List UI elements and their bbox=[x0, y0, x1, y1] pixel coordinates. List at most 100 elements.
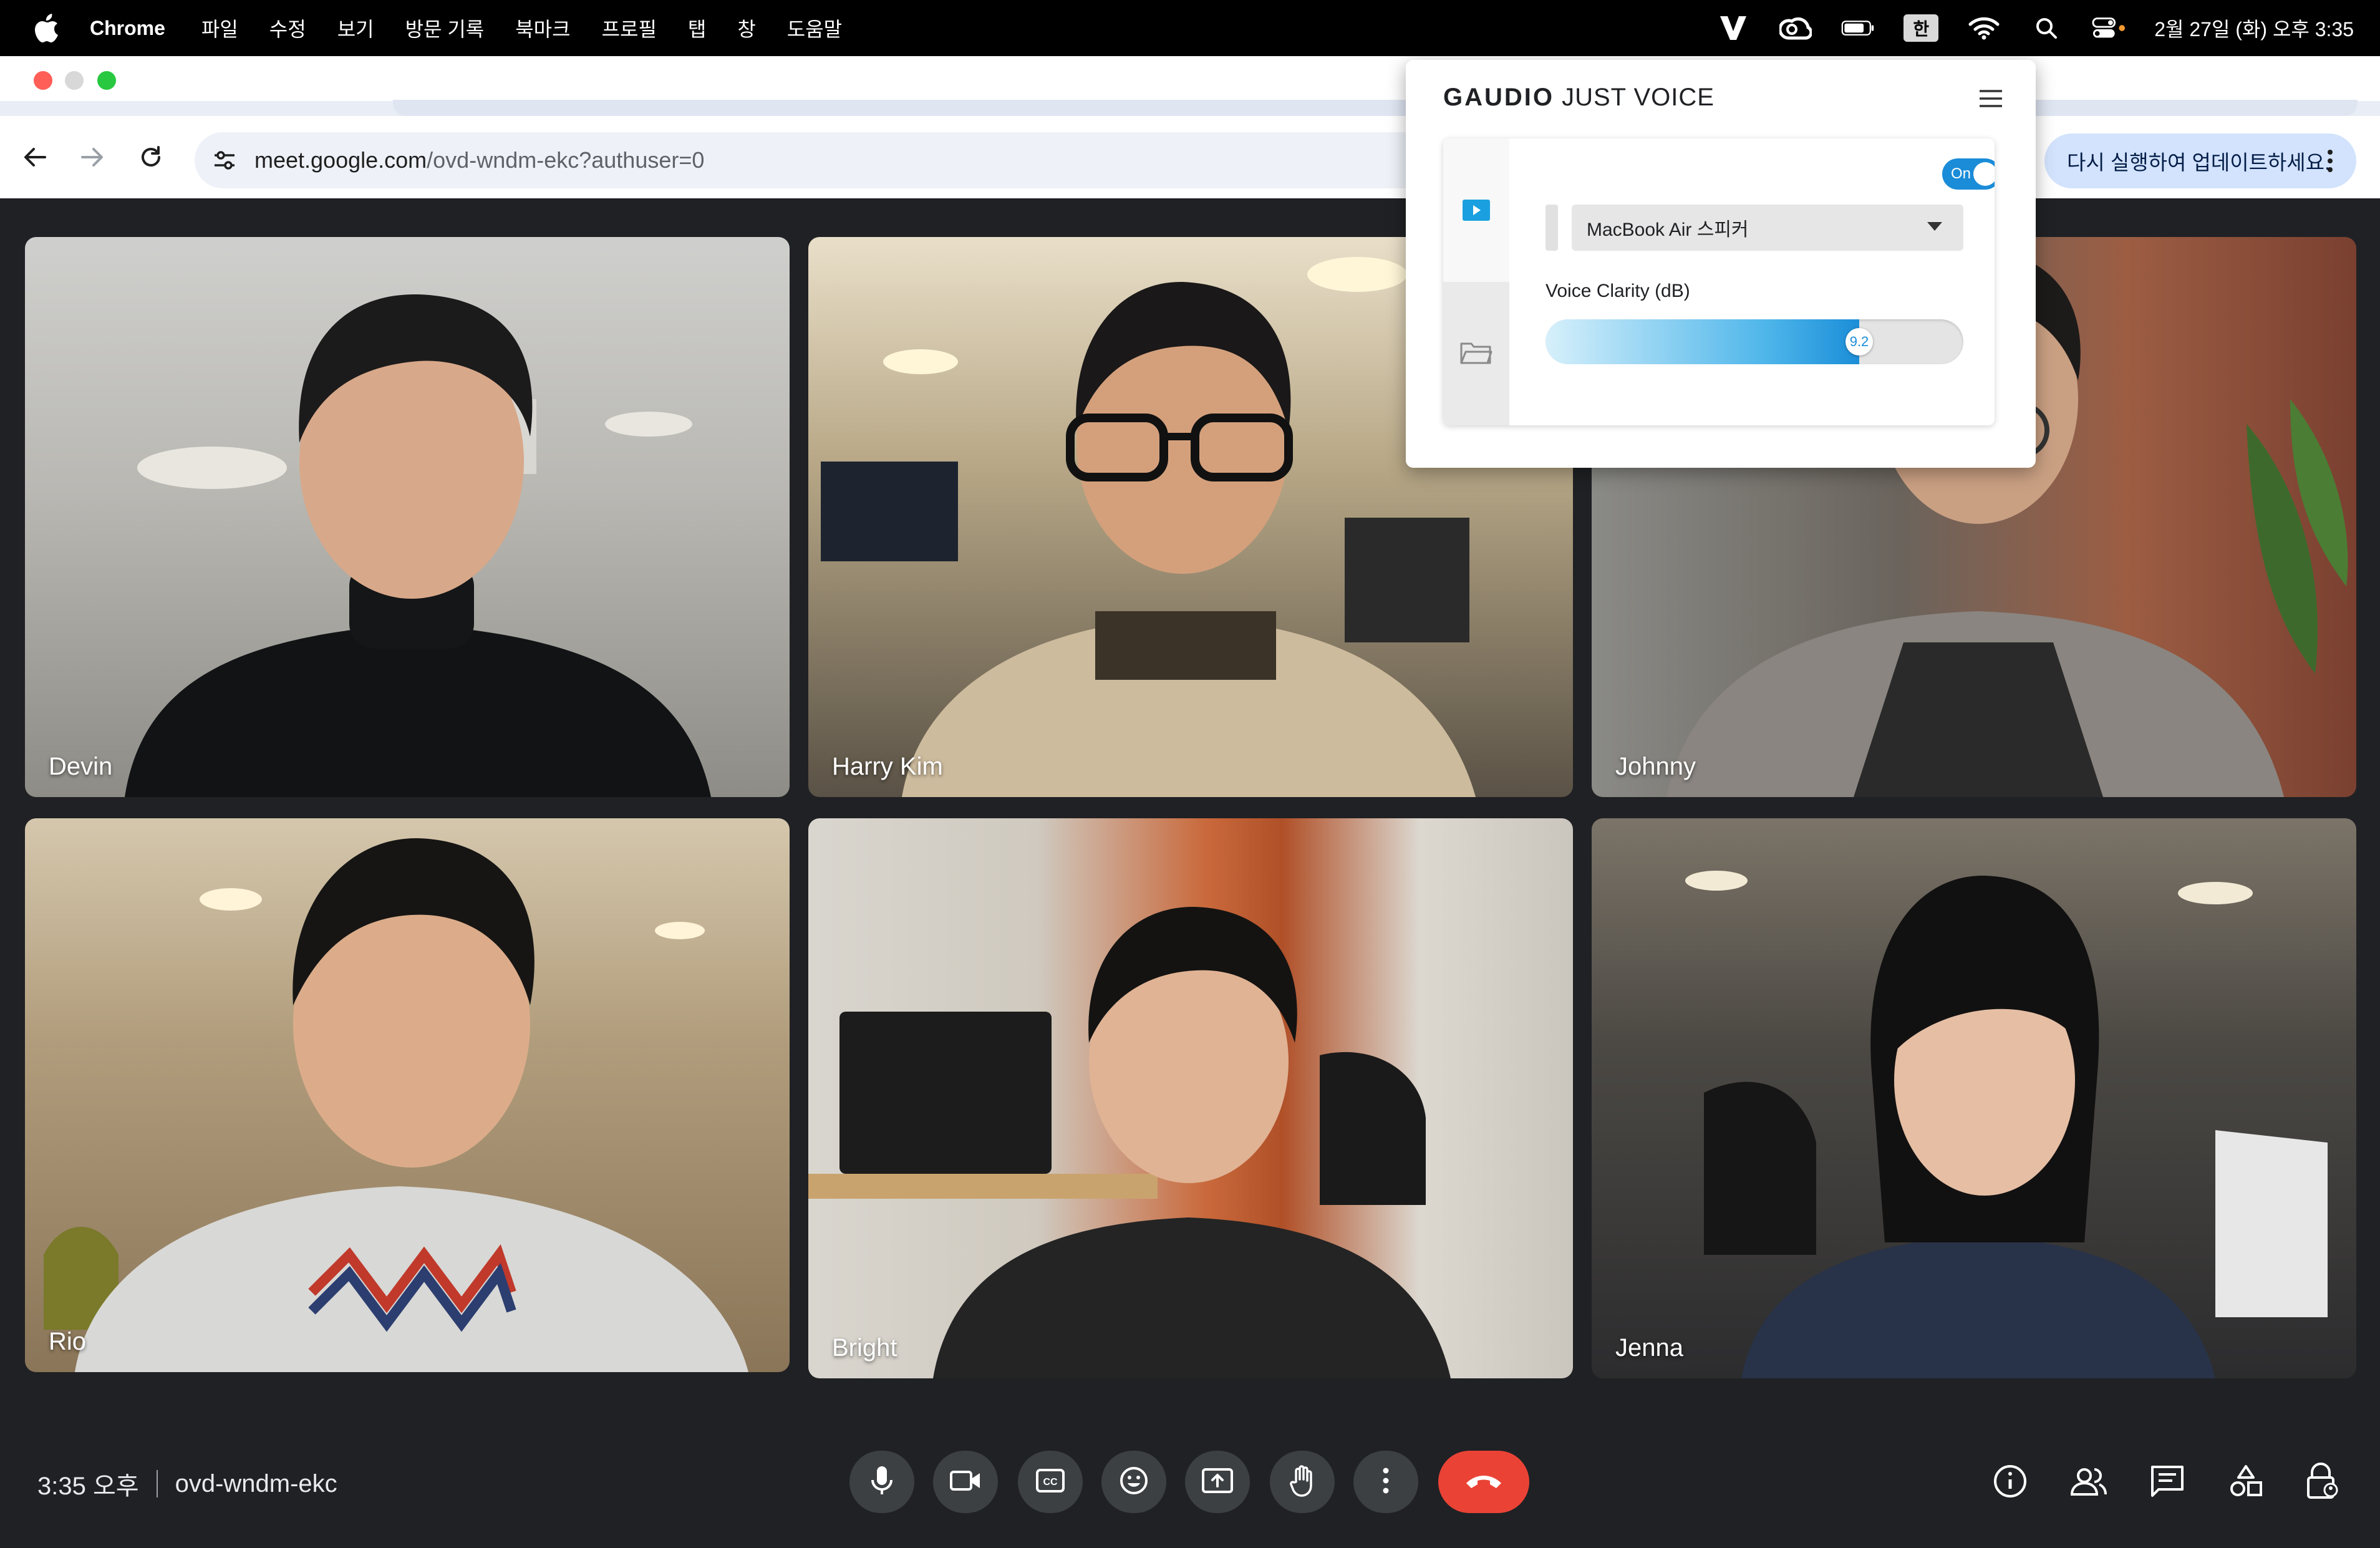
leave-call-button[interactable] bbox=[1438, 1451, 1529, 1513]
participant-video bbox=[44, 838, 748, 1372]
participant-tile[interactable]: Bright bbox=[808, 818, 1573, 1378]
forward-button[interactable] bbox=[72, 137, 112, 177]
camera-button[interactable] bbox=[933, 1451, 998, 1513]
address-bar[interactable]: meet.google.com/ovd-wndm-ekc?authuser=0 bbox=[195, 132, 1442, 188]
participant-video bbox=[1685, 871, 2328, 1378]
menu-edit[interactable]: 수정 bbox=[269, 14, 306, 42]
menubar-clock[interactable]: 2월 27일 (화) 오후 3:35 bbox=[2154, 14, 2354, 42]
menu-profile[interactable]: 프로필 bbox=[602, 14, 657, 42]
voice-clarity-label: Voice Clarity (dB) bbox=[1546, 281, 1690, 301]
back-button[interactable] bbox=[15, 137, 55, 177]
chat-button[interactable] bbox=[2147, 1462, 2188, 1503]
menu-file[interactable]: 파일 bbox=[201, 14, 238, 42]
menu-help[interactable]: 도움말 bbox=[787, 14, 842, 42]
menu-tab[interactable]: 탭 bbox=[688, 14, 706, 42]
gaudio-extension-popup: GAUDIO JUST VOICE On MacBook Air 스피커 Voi… bbox=[1406, 60, 2036, 468]
menu-bookmarks[interactable]: 북마크 bbox=[515, 14, 570, 42]
reactions-button[interactable] bbox=[1101, 1451, 1166, 1513]
participant-tile[interactable]: Jenna bbox=[1592, 818, 2356, 1378]
apple-icon[interactable] bbox=[27, 9, 65, 47]
menu-bar: Chrome 파일 수정 보기 방문 기록 북마크 프로필 탭 창 도움말 한 … bbox=[0, 0, 2380, 56]
url-text: meet.google.com/ovd-wndm-ekc?authuser=0 bbox=[254, 147, 704, 173]
chat-icon bbox=[2150, 1464, 2185, 1501]
participant-name: Devin bbox=[49, 753, 113, 780]
menu-window[interactable]: 창 bbox=[737, 14, 755, 42]
present-screen-button[interactable] bbox=[1185, 1451, 1250, 1513]
video-camera-icon bbox=[949, 1469, 982, 1495]
input-method-badge[interactable]: 한 bbox=[1904, 14, 1939, 42]
participant-name: Bright bbox=[832, 1334, 897, 1362]
participant-tile[interactable]: Rio bbox=[25, 818, 790, 1372]
control-center-icon[interactable] bbox=[2092, 11, 2126, 45]
meeting-info-button[interactable] bbox=[1990, 1462, 2031, 1503]
more-menu-icon[interactable] bbox=[2318, 145, 2343, 177]
hand-icon bbox=[1289, 1464, 1316, 1500]
host-controls-button[interactable] bbox=[2301, 1462, 2343, 1503]
participant-name: Johnny bbox=[1615, 753, 1696, 780]
creative-cloud-icon[interactable] bbox=[1779, 11, 1812, 45]
raise-hand-button[interactable] bbox=[1270, 1451, 1335, 1513]
participant-name: Jenna bbox=[1615, 1334, 1683, 1362]
meeting-time: 3:35 오후 bbox=[37, 1473, 139, 1500]
toggle-knob bbox=[1973, 162, 1995, 186]
more-options-button[interactable] bbox=[1353, 1451, 1418, 1513]
emoji-icon bbox=[1119, 1466, 1149, 1499]
settings-panel: On MacBook Air 스피커 Voice Clarity (dB) 9.… bbox=[1443, 138, 1995, 425]
slider-value: 9.2 bbox=[1849, 334, 1869, 349]
product-name: JUST VOICE bbox=[1554, 84, 1715, 111]
battery-icon[interactable] bbox=[1841, 11, 1875, 45]
participant-video bbox=[125, 294, 711, 797]
microphone-icon bbox=[871, 1465, 893, 1499]
slider-fill bbox=[1546, 319, 1859, 364]
participant-name: Harry Kim bbox=[832, 753, 943, 780]
selected-device: MacBook Air 스피커 bbox=[1587, 220, 1749, 240]
zoom-window-button[interactable] bbox=[97, 71, 116, 90]
svg-text:CC: CC bbox=[1043, 1477, 1058, 1488]
menu-view[interactable]: 보기 bbox=[337, 14, 374, 42]
lock-person-icon bbox=[2305, 1462, 2339, 1503]
active-tab-shape bbox=[393, 100, 2358, 116]
more-vertical-icon bbox=[1382, 1467, 1390, 1497]
toggle-label: On bbox=[1951, 165, 1971, 182]
menu-app-chrome[interactable]: Chrome bbox=[90, 17, 165, 40]
device-indicator bbox=[1546, 205, 1558, 251]
closed-captions-icon: CC bbox=[1035, 1468, 1065, 1496]
divider bbox=[156, 1470, 158, 1497]
meeting-code: ovd-wndm-ekc bbox=[175, 1469, 337, 1497]
menu-history[interactable]: 방문 기록 bbox=[405, 14, 485, 42]
wifi-icon[interactable] bbox=[1967, 11, 2001, 45]
voice-enhance-toggle[interactable]: On bbox=[1942, 158, 1995, 190]
output-device-select[interactable]: MacBook Air 스피커 bbox=[1572, 205, 1963, 251]
brand-name: GAUDIO bbox=[1443, 84, 1554, 111]
people-icon bbox=[2069, 1466, 2108, 1500]
play-video-icon[interactable] bbox=[1458, 195, 1494, 226]
update-text: 다시 실행하여 업데이트하세요. bbox=[2067, 151, 2331, 174]
meeting-details: 3:35 오후 ovd-wndm-ekc bbox=[37, 1466, 337, 1502]
participant-tile[interactable]: Devin bbox=[25, 237, 790, 797]
present-screen-icon bbox=[1201, 1468, 1234, 1497]
v-app-icon[interactable] bbox=[1716, 11, 1750, 45]
voice-clarity-slider[interactable]: 9.2 bbox=[1546, 319, 1963, 364]
participant-name: Rio bbox=[49, 1328, 87, 1355]
folder-icon[interactable] bbox=[1458, 337, 1494, 368]
site-settings-icon[interactable] bbox=[206, 142, 243, 179]
info-icon bbox=[1993, 1464, 2028, 1502]
hang-up-icon bbox=[1464, 1472, 1504, 1492]
reload-button[interactable] bbox=[131, 137, 171, 177]
microphone-button[interactable] bbox=[849, 1451, 914, 1513]
extension-title: GAUDIO JUST VOICE bbox=[1443, 84, 1715, 112]
hamburger-menu-icon[interactable] bbox=[1977, 86, 2005, 111]
mode-rail bbox=[1443, 138, 1509, 425]
close-window-button[interactable] bbox=[34, 71, 52, 90]
minimize-window-button[interactable] bbox=[65, 71, 84, 90]
shapes-icon bbox=[2228, 1464, 2263, 1502]
activities-button[interactable] bbox=[2225, 1462, 2266, 1503]
spotlight-search-icon[interactable] bbox=[2029, 11, 2063, 45]
people-button[interactable] bbox=[2068, 1462, 2109, 1503]
captions-button[interactable]: CC bbox=[1018, 1451, 1083, 1513]
chevron-down-icon bbox=[1927, 222, 1942, 231]
relaunch-update-button[interactable]: 다시 실행하여 업데이트하세요. bbox=[2044, 133, 2356, 188]
url-host: meet.google.com bbox=[254, 147, 427, 173]
slider-thumb[interactable]: 9.2 bbox=[1845, 328, 1873, 356]
url-path: /ovd-wndm-ekc?authuser=0 bbox=[427, 147, 705, 173]
